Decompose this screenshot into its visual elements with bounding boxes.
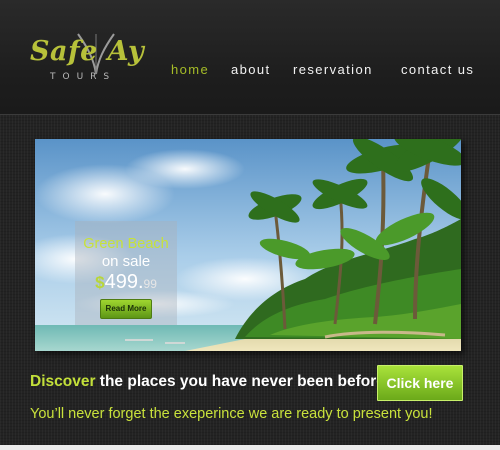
logo-subtitle: TOURS [50, 72, 117, 82]
nav-about[interactable]: about [231, 62, 271, 77]
bottom-strip [0, 445, 500, 450]
promo-price: $499.99 [75, 271, 177, 294]
tagline: You’ll never forget the exeperince we ar… [30, 406, 433, 422]
price-cents: 99 [143, 277, 157, 291]
promo-subtitle: on sale [101, 253, 151, 270]
header: Safe Ay TOURS home about reservation con… [0, 0, 500, 115]
promo-box: Green Beach on sale $499.99 Read More [75, 221, 177, 325]
hero-banner: Green Beach on sale $499.99 Read More [35, 139, 461, 351]
nav-contact-us[interactable]: contact us [401, 62, 474, 77]
nav-reservation[interactable]: reservation [293, 62, 373, 77]
logo-text: Safe Ay [30, 36, 145, 67]
cta-headline-rest: the places you have never been before [95, 373, 385, 390]
cta-headline-accent: Discover [30, 373, 96, 390]
site-logo[interactable]: Safe Ay TOURS [30, 33, 150, 96]
price-main: 499. [104, 271, 144, 293]
nav-home[interactable]: home [171, 62, 209, 77]
price-currency: $ [95, 273, 105, 292]
page: Safe Ay TOURS home about reservation con… [0, 0, 500, 450]
cta-headline: Discover the places you have never been … [30, 373, 385, 391]
read-more-button[interactable]: Read More [100, 299, 152, 319]
click-here-button[interactable]: Click here [377, 365, 463, 401]
promo-title: Green Beach [83, 236, 169, 252]
